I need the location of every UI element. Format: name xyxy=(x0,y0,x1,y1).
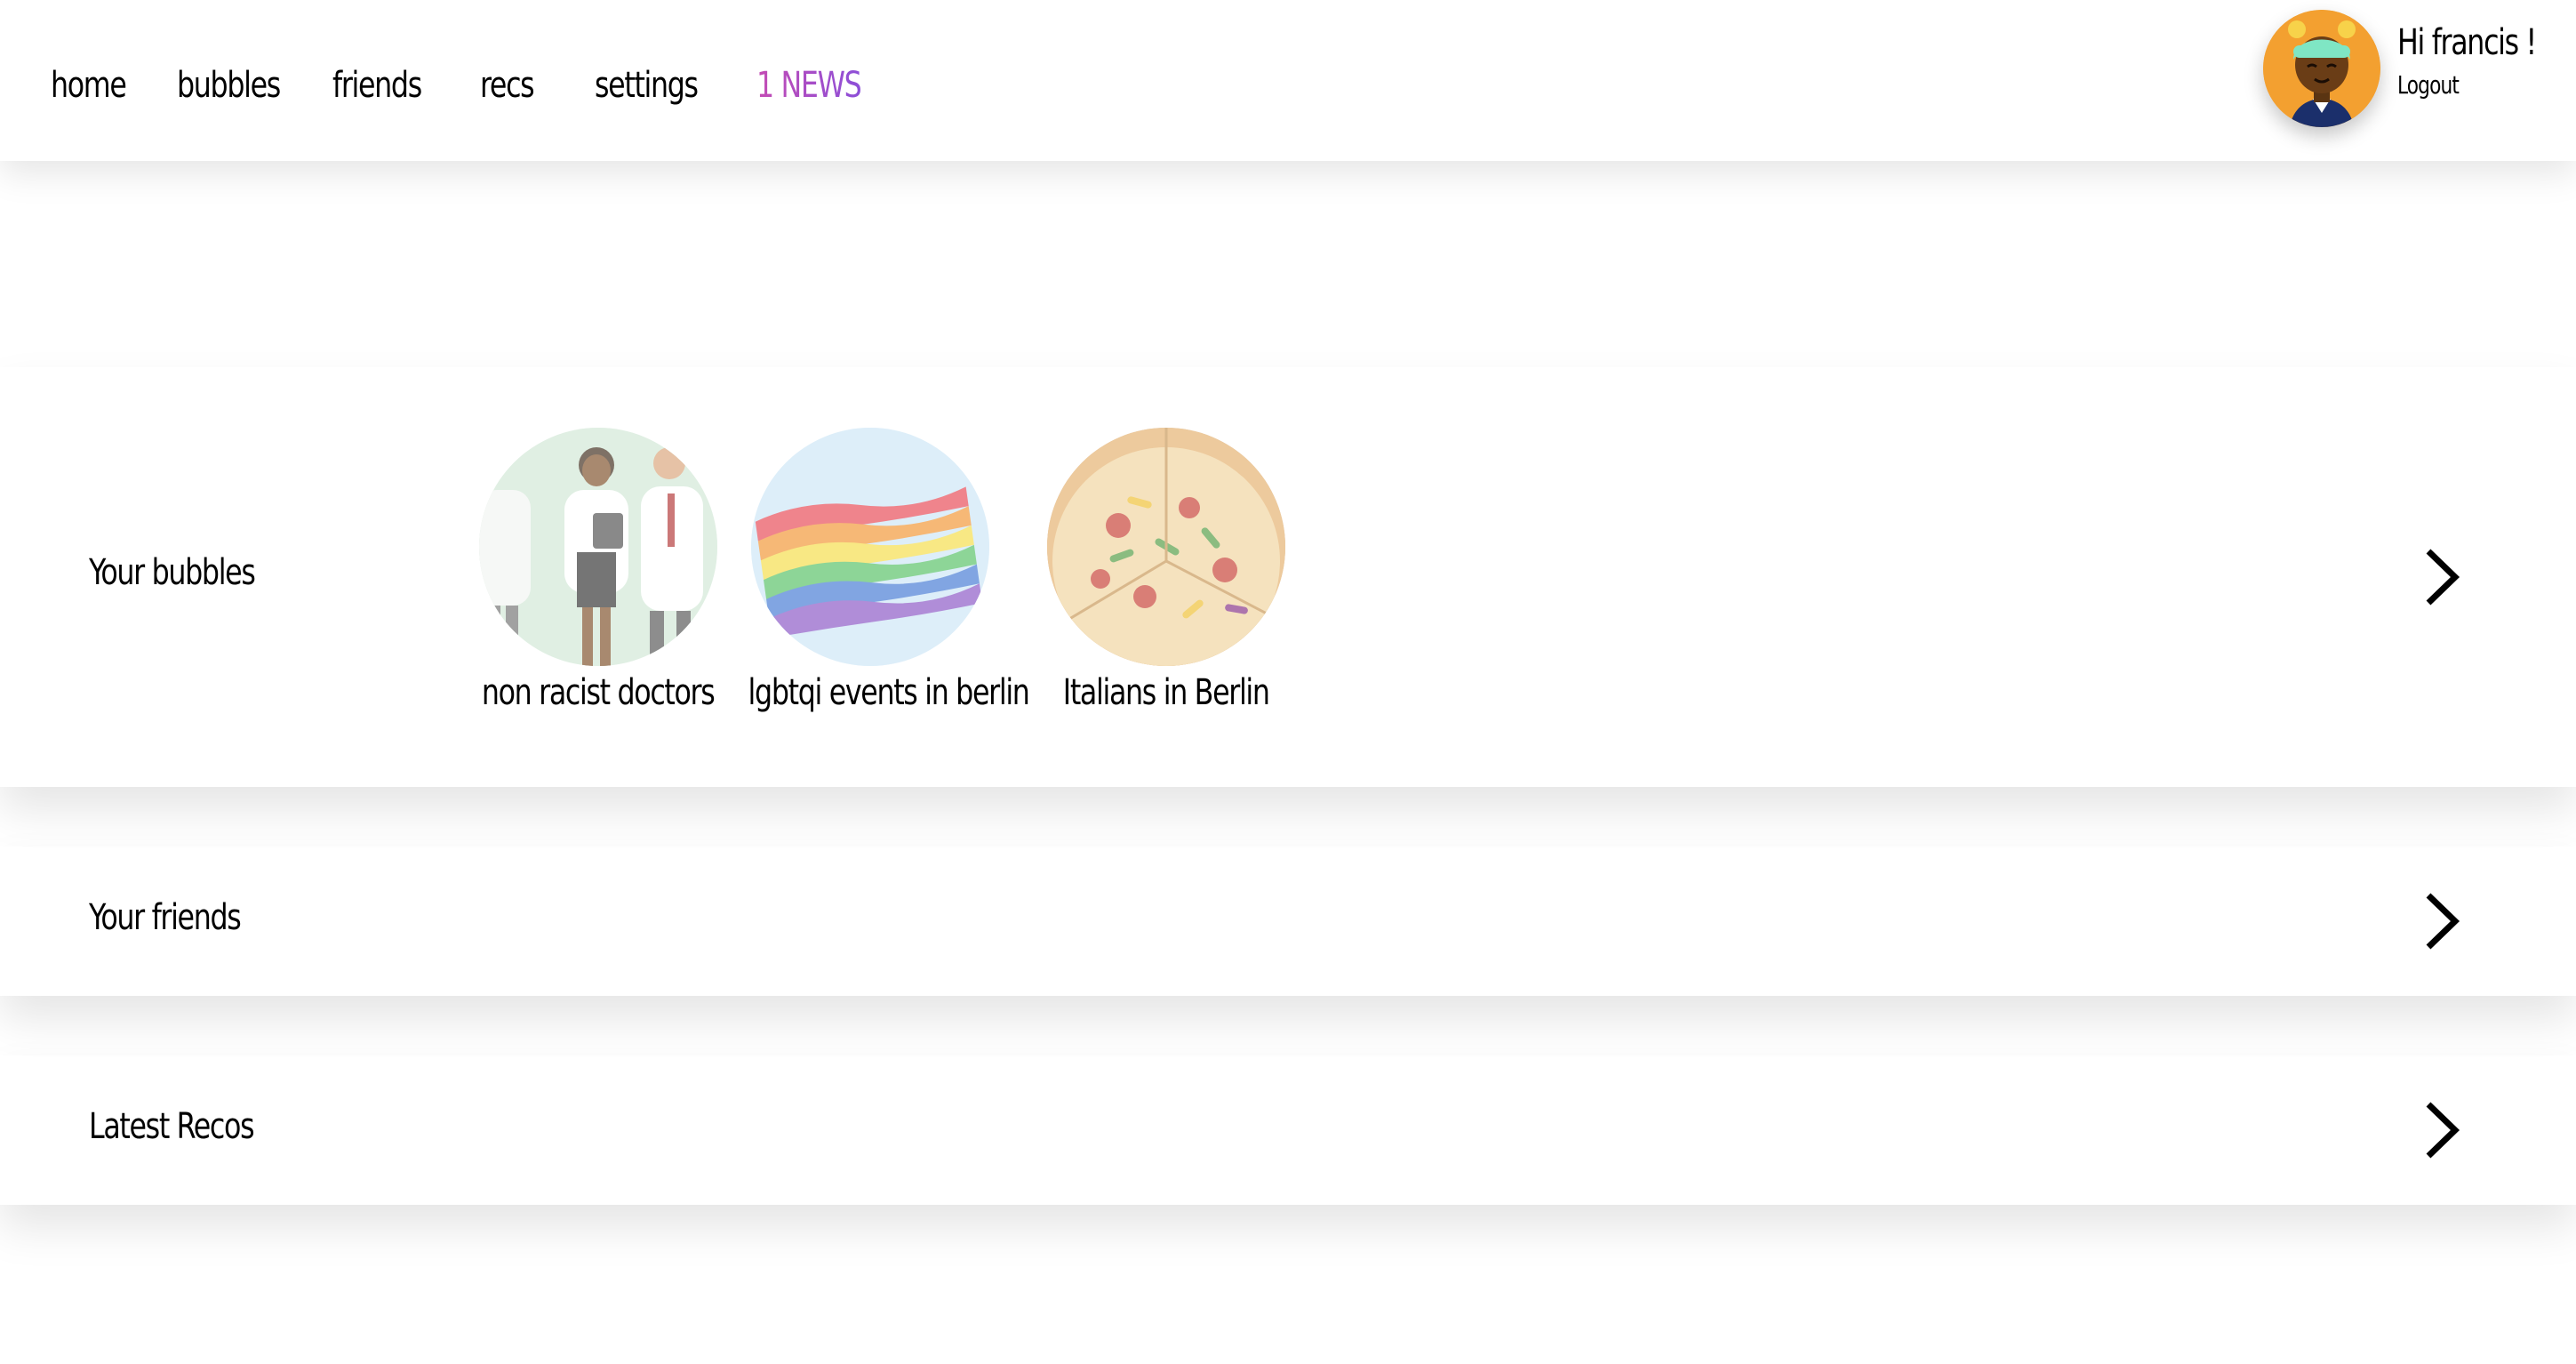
nav-bubbles[interactable]: bubbles xyxy=(177,60,281,110)
bubble-non-racist-doctors[interactable] xyxy=(479,428,717,666)
avatar[interactable] xyxy=(2263,10,2380,127)
bubbles-section xyxy=(0,367,2576,787)
doctors-illustration xyxy=(479,428,717,666)
bubble-italians-in-berlin[interactable] xyxy=(1047,428,1285,666)
empty-banner-area xyxy=(0,161,2576,367)
user-greeting: Hi francis ! xyxy=(2397,22,2537,63)
top-navigation-bar: home bubbles friends recs settings 1 NEW… xyxy=(0,0,2576,161)
recos-section-title: Latest Recos xyxy=(89,1106,255,1147)
bubbles-section-title: Your bubbles xyxy=(89,552,256,593)
bubble-label[interactable]: lgbtqi events in berlin xyxy=(729,668,1031,718)
nav-recs[interactable]: recs xyxy=(480,60,535,110)
recos-chevron-right-icon[interactable] xyxy=(2420,1099,2464,1161)
pizza xyxy=(1047,428,1285,666)
friends-chevron-right-icon[interactable] xyxy=(2420,890,2464,952)
nav-settings[interactable]: settings xyxy=(595,60,699,110)
nav-friends[interactable]: friends xyxy=(332,60,422,110)
bubbles-chevron-right-icon[interactable] xyxy=(2420,546,2464,608)
rainbow-flag xyxy=(751,428,989,666)
bubble-lgbtqi-events[interactable] xyxy=(751,428,989,666)
friends-section xyxy=(0,846,2576,996)
recos-section xyxy=(0,1055,2576,1205)
avatar-icon xyxy=(2263,10,2380,127)
nav-home[interactable]: home xyxy=(51,60,127,110)
friends-section-title: Your friends xyxy=(89,897,242,938)
bubble-label[interactable]: Italians in Berlin xyxy=(1033,668,1300,718)
nav-news[interactable]: 1 NEWS xyxy=(756,60,862,110)
logout-link[interactable]: Logout xyxy=(2397,69,2460,101)
bubble-label[interactable]: non racist doctors xyxy=(465,668,732,718)
